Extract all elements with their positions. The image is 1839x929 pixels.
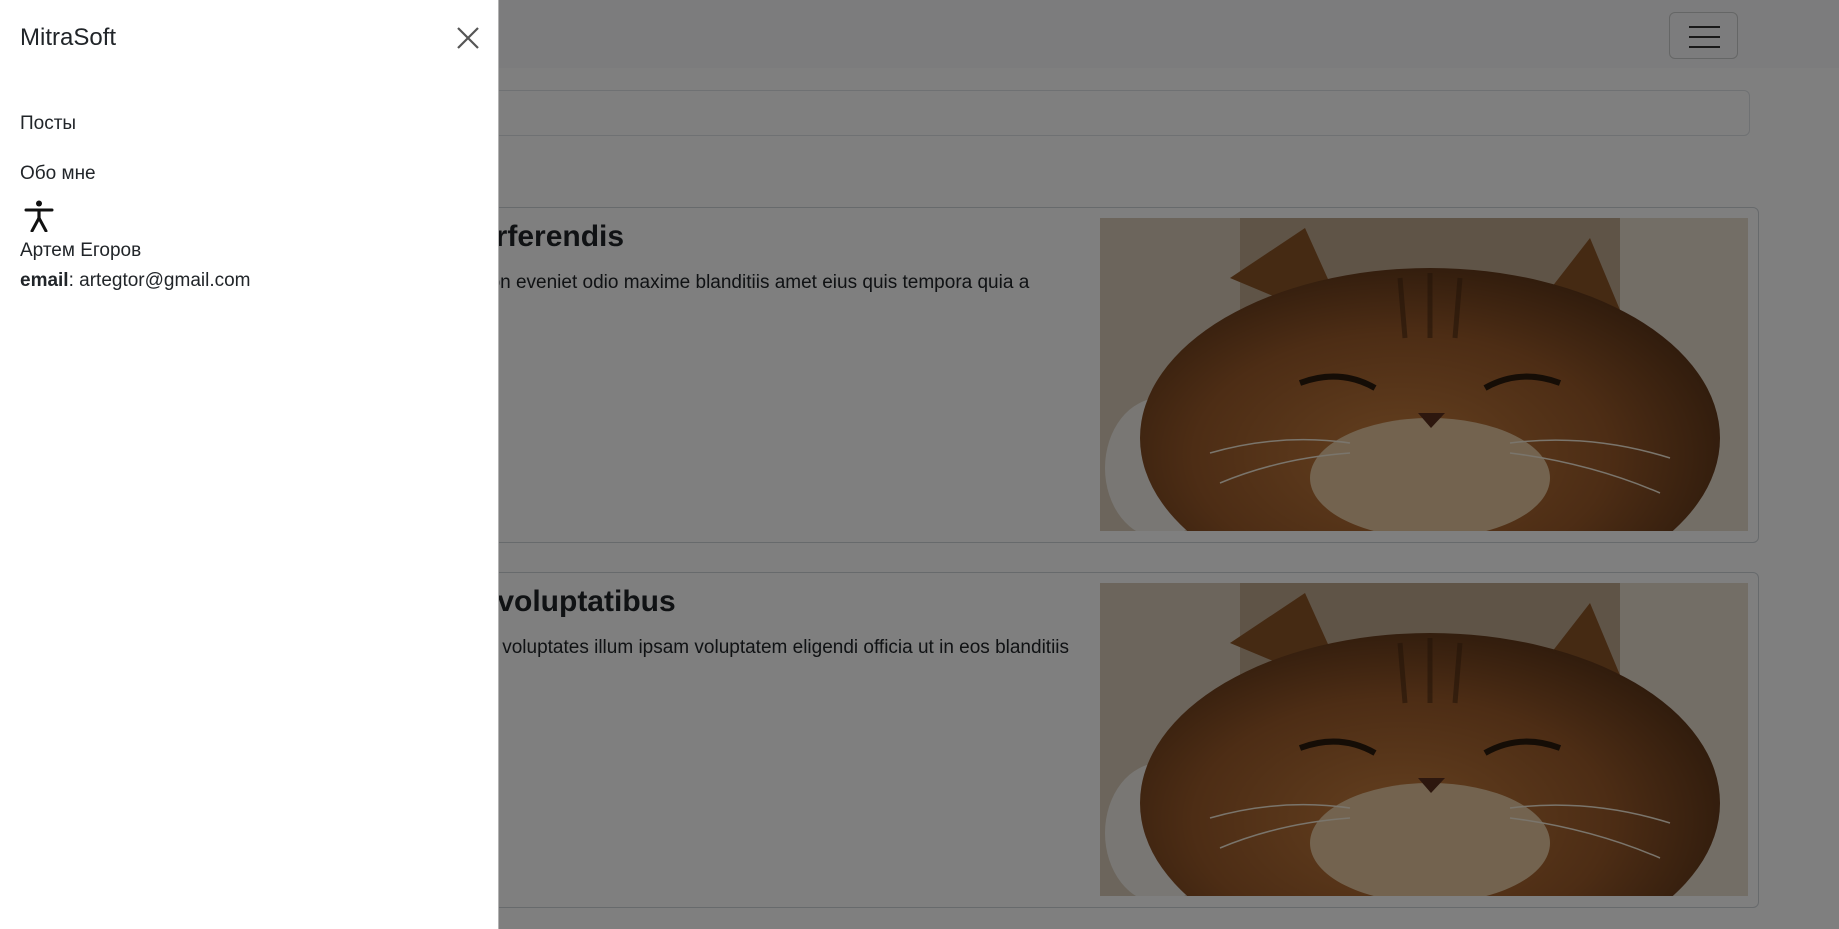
user-email: email: artegtor@gmail.com [20,270,251,292]
nav-link-about[interactable]: Обо мне [20,163,96,185]
brand-title: MitraSoft [20,24,117,51]
accessibility-person-icon [24,200,54,232]
email-value: artegtor@gmail.com [79,270,251,291]
email-separator: : [68,270,74,291]
offcanvas-menu: MitraSoft Посты Обо мне Артем Егоров ema… [0,0,499,929]
email-label: email [20,270,69,291]
close-button[interactable] [452,22,484,54]
user-name: Артем Егоров [20,240,142,261]
nav-link-posts[interactable]: Посты [20,113,76,135]
close-icon [457,27,479,49]
